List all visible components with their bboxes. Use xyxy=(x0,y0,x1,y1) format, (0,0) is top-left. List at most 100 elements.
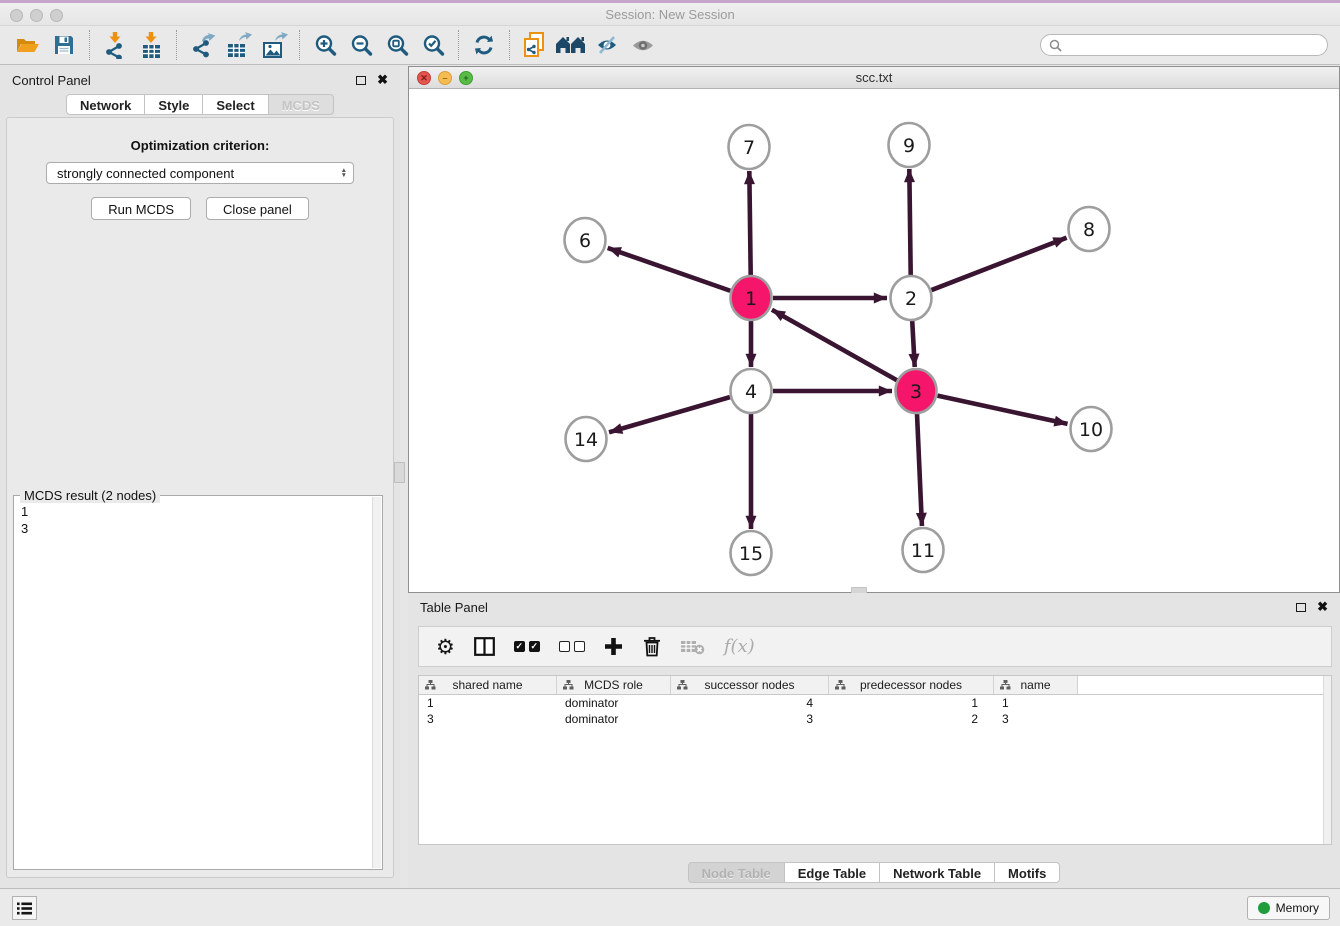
network-view-window: ✕ – + scc.txt 7 9 6 8 1 2 4 3 14 10 15 11 xyxy=(408,66,1340,593)
refresh-icon[interactable] xyxy=(466,29,502,61)
svg-text:8: 8 xyxy=(1083,219,1095,241)
node-table: shared nameMCDS rolesuccessor nodesprede… xyxy=(418,675,1332,845)
zoom-fit-icon[interactable] xyxy=(379,29,415,61)
table-tabs: Node TableEdge TableNetwork TableMotifs xyxy=(408,862,1340,883)
close-panel-button[interactable]: Close panel xyxy=(206,197,309,220)
mcds-result-scrollbar[interactable] xyxy=(372,497,381,868)
graph-edge-2-3[interactable] xyxy=(912,320,915,367)
column-header-mcds-role[interactable]: MCDS role xyxy=(557,676,671,694)
tab-style[interactable]: Style xyxy=(144,94,203,115)
svg-text:1: 1 xyxy=(745,288,757,310)
graph-node-14[interactable]: 14 xyxy=(566,417,607,461)
tab-mcds[interactable]: MCDS xyxy=(268,94,334,115)
column-header-predecessor-nodes[interactable]: predecessor nodes xyxy=(829,676,994,694)
mcds-result-item[interactable]: 3 xyxy=(21,520,371,537)
graph-node-8[interactable]: 8 xyxy=(1069,207,1110,251)
search-icon xyxy=(1049,39,1062,52)
show-hidden-icon[interactable] xyxy=(625,29,661,61)
zoom-selected-icon[interactable] xyxy=(415,29,451,61)
open-session-icon[interactable] xyxy=(10,29,46,61)
toolbar-separator xyxy=(299,30,300,60)
zoom-in-icon[interactable] xyxy=(307,29,343,61)
graph-node-6[interactable]: 6 xyxy=(565,218,606,262)
tab-network[interactable]: Network xyxy=(66,94,145,115)
duplicate-network-icon[interactable] xyxy=(517,29,553,61)
task-history-button[interactable] xyxy=(12,896,37,920)
graph-edge-3-11[interactable] xyxy=(917,413,922,526)
graph-node-4[interactable]: 4 xyxy=(731,369,772,413)
control-panel-header: Control Panel ✖ xyxy=(0,66,400,94)
table-tab-network-table[interactable]: Network Table xyxy=(879,862,995,883)
search-input[interactable] xyxy=(1067,38,1319,52)
column-hierarchy-icon xyxy=(677,680,688,690)
function-builder-icon[interactable]: f(x) xyxy=(724,636,755,657)
graph-node-9[interactable]: 9 xyxy=(889,123,930,167)
memory-button[interactable]: Memory xyxy=(1247,896,1330,920)
svg-text:3: 3 xyxy=(910,381,922,403)
close-panel-icon[interactable]: ✖ xyxy=(1317,602,1328,612)
run-mcds-button[interactable]: Run MCDS xyxy=(91,197,191,220)
graph-node-1[interactable]: 1 xyxy=(731,276,772,320)
network-canvas[interactable]: 7 9 6 8 1 2 4 3 14 10 15 11 xyxy=(409,89,1339,592)
graph-edge-3-10[interactable] xyxy=(937,396,1067,424)
graph-edge-2-8[interactable] xyxy=(932,238,1067,290)
add-column-icon[interactable] xyxy=(604,637,623,656)
select-all-checkboxes-icon[interactable]: ✓✓ xyxy=(514,641,540,652)
node-table-scrollbar[interactable] xyxy=(1323,676,1331,844)
delete-table-icon[interactable] xyxy=(681,639,705,655)
column-header-shared-name[interactable]: shared name xyxy=(419,676,557,694)
settings-gear-icon[interactable]: ⚙ xyxy=(436,637,455,657)
graph-node-2[interactable]: 2 xyxy=(891,276,932,320)
graph-edge-3-1[interactable] xyxy=(772,310,897,380)
graph-edge-4-14[interactable] xyxy=(609,397,730,432)
graph-edge-1-7[interactable] xyxy=(749,171,750,276)
delete-column-icon[interactable] xyxy=(642,636,662,657)
graph-node-10[interactable]: 10 xyxy=(1071,407,1112,451)
import-table-icon[interactable] xyxy=(133,29,169,61)
criterion-value: strongly connected component xyxy=(57,166,341,181)
mcds-panel: Optimization criterion: strongly connect… xyxy=(6,117,394,878)
svg-text:7: 7 xyxy=(743,137,755,159)
graph-node-15[interactable]: 15 xyxy=(731,531,772,575)
close-panel-icon[interactable]: ✖ xyxy=(377,75,388,85)
column-hierarchy-icon xyxy=(563,680,574,690)
export-network-icon[interactable] xyxy=(184,29,220,61)
cell-predecessor_nodes: 2 xyxy=(829,712,994,726)
network-window-titlebar[interactable]: ✕ – + scc.txt xyxy=(409,67,1339,89)
network-overview-icon[interactable] xyxy=(553,29,589,61)
mcds-result-list[interactable]: 13 xyxy=(15,497,371,868)
export-image-icon[interactable] xyxy=(256,29,292,61)
zoom-out-icon[interactable] xyxy=(343,29,379,61)
graph-edge-1-6[interactable] xyxy=(608,248,731,291)
column-header-name[interactable]: name xyxy=(994,676,1078,694)
graph-node-7[interactable]: 7 xyxy=(729,125,770,169)
export-table-icon[interactable] xyxy=(220,29,256,61)
vertical-splitter-grip[interactable] xyxy=(394,462,405,483)
float-panel-icon[interactable] xyxy=(1296,603,1306,612)
table-tab-node-table[interactable]: Node Table xyxy=(688,862,785,883)
table-tab-motifs[interactable]: Motifs xyxy=(994,862,1060,883)
table-row[interactable]: 3dominator323 xyxy=(419,711,1331,727)
table-row[interactable]: 1dominator411 xyxy=(419,695,1331,711)
graph-node-11[interactable]: 11 xyxy=(903,528,944,572)
criterion-dropdown[interactable]: strongly connected component ▲▼ xyxy=(46,162,354,184)
import-network-icon[interactable] xyxy=(97,29,133,61)
table-tab-edge-table[interactable]: Edge Table xyxy=(784,862,880,883)
toolbar-separator xyxy=(89,30,90,60)
float-panel-icon[interactable] xyxy=(356,76,366,85)
split-view-icon[interactable] xyxy=(474,637,495,656)
column-hierarchy-icon xyxy=(425,680,436,690)
save-session-icon[interactable] xyxy=(46,29,82,61)
table-toolbar: ⚙ ✓✓ f(x) xyxy=(418,626,1332,667)
cell-shared_name: 1 xyxy=(419,696,557,710)
node-table-header: shared nameMCDS rolesuccessor nodesprede… xyxy=(419,676,1331,695)
mcds-result-item[interactable]: 1 xyxy=(21,503,371,520)
hide-selected-icon[interactable] xyxy=(589,29,625,61)
graph-edge-2-9[interactable] xyxy=(909,169,910,276)
toolbar-separator xyxy=(509,30,510,60)
cell-predecessor_nodes: 1 xyxy=(829,696,994,710)
graph-node-3[interactable]: 3 xyxy=(896,369,937,413)
deselect-all-checkboxes-icon[interactable] xyxy=(559,641,585,652)
tab-select[interactable]: Select xyxy=(202,94,268,115)
column-header-successor-nodes[interactable]: successor nodes xyxy=(671,676,829,694)
